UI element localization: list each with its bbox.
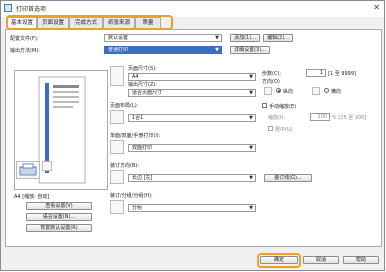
collate-value: 分组 — [132, 205, 143, 211]
language-settings-button[interactable]: 语言设置(N)... — [26, 213, 92, 221]
pages-icon — [42, 161, 52, 171]
print-style-label: 单面/双面/手册打印(I): — [110, 133, 161, 139]
add-profile-button[interactable]: 添加(1)... — [230, 34, 260, 42]
output-size-value: 适合页面尺寸 — [132, 90, 163, 96]
copies-range: [1 至 9999] — [328, 71, 356, 77]
gutter-button[interactable]: 装订线(G)... — [264, 174, 312, 182]
scale-input[interactable]: 100 — [310, 113, 330, 121]
profile-value: 默认设置 — [108, 35, 129, 41]
portrait-icon — [264, 87, 272, 95]
pages-per-sheet-label: 页面布局(L): — [110, 103, 139, 109]
view-settings-button[interactable]: 查看设置(V) — [26, 202, 92, 210]
portrait-label: 纵向 — [283, 89, 294, 95]
binding-location-value: 长边 [左] — [132, 175, 153, 181]
chevron-down-icon: ▼ — [249, 74, 253, 80]
page-size-value: A4 — [132, 74, 139, 80]
pages-per-sheet-select[interactable]: 1合1 ▼ — [128, 114, 256, 122]
portrait-radio[interactable] — [276, 88, 281, 93]
print-style-select[interactable]: 双面打印 ▼ — [128, 144, 256, 152]
pages-per-sheet-value: 1合1 — [132, 115, 144, 121]
collate-select[interactable]: 分组 ▼ — [128, 204, 256, 212]
chevron-down-icon: ▼ — [249, 175, 253, 181]
print-style-value: 双面打印 — [132, 145, 153, 151]
help-button[interactable]: 帮助 — [343, 256, 379, 264]
output-method-label: 输出方法(M): — [10, 48, 40, 54]
tabs-highlight — [6, 15, 173, 30]
restore-defaults-button[interactable]: 恢复默认设置(R) — [26, 224, 92, 232]
profile-select[interactable]: 默认设置 ▼ — [104, 34, 222, 42]
binding-location-select[interactable]: 长边 [左] ▼ — [128, 174, 256, 182]
output-method-select[interactable]: 普通打印 ▼ — [104, 46, 222, 54]
edit-profile-button[interactable]: 编辑(2)... — [263, 34, 293, 42]
chevron-down-icon: ▼ — [215, 47, 219, 53]
copies-input[interactable]: 1 — [306, 69, 326, 77]
scale-range: % [25 至 200] — [332, 115, 367, 121]
chevron-down-icon: ▼ — [215, 35, 219, 41]
profile-label: 配置文件(F): — [10, 36, 39, 42]
chevron-down-icon: ▼ — [249, 145, 253, 151]
printer-graphic-icon — [19, 163, 37, 176]
cancel-button[interactable]: 取消 — [303, 256, 339, 264]
landscape-radio[interactable] — [324, 88, 329, 93]
output-size-label: 输出尺寸(Z): — [128, 82, 158, 88]
print-preferences-window: 打印首选项 ✕ 基本设置 页面设置 完成方式 纸张来源 质量 配置文件(F): … — [0, 0, 385, 271]
page-size-label: 页面尺寸(S): — [128, 66, 157, 72]
collate-icon — [110, 200, 124, 214]
printer-icon — [4, 4, 12, 12]
center-checkbox[interactable] — [268, 126, 273, 131]
basic-settings-panel: 配置文件(F): 默认设置 ▼ 添加(1)... 编辑(2)... 输出方法(M… — [5, 29, 382, 247]
layout-icon — [110, 110, 124, 124]
manual-scaling-label: 手动缩放(E) — [269, 104, 297, 110]
page-size-icon — [110, 66, 124, 86]
scale-label: 缩放(I): — [268, 115, 286, 121]
binding-icon — [110, 170, 124, 184]
chevron-down-icon: ▼ — [249, 205, 253, 211]
details-button[interactable]: 详细设置(3)... — [230, 46, 270, 54]
manual-scaling-checkbox[interactable] — [262, 103, 267, 108]
binding-location-label: 装订方向(B): — [110, 163, 140, 169]
collate-label: 装订/分组/分组(H): — [110, 193, 153, 199]
close-icon[interactable]: ✕ — [373, 3, 380, 12]
landscape-icon — [312, 87, 320, 95]
chevron-down-icon: ▼ — [249, 90, 253, 96]
landscape-label: 横向 — [331, 89, 342, 95]
page-size-select[interactable]: A4 ▼ — [128, 73, 256, 81]
ok-highlight — [257, 253, 301, 268]
duplex-icon — [110, 140, 124, 154]
preview-status: A4 [缩放: 自动] — [14, 194, 50, 200]
center-label: 居中(U) — [275, 127, 293, 133]
orientation-label: 方向(O) — [262, 79, 280, 85]
output-method-value: 普通打印 — [108, 47, 129, 53]
copies-label: 份数(C): — [262, 71, 282, 77]
output-size-select[interactable]: 适合页面尺寸 ▼ — [128, 89, 256, 97]
window-title: 打印首选项 — [16, 6, 47, 13]
printer-status-icon — [16, 161, 40, 179]
chevron-down-icon: ▼ — [249, 115, 253, 121]
